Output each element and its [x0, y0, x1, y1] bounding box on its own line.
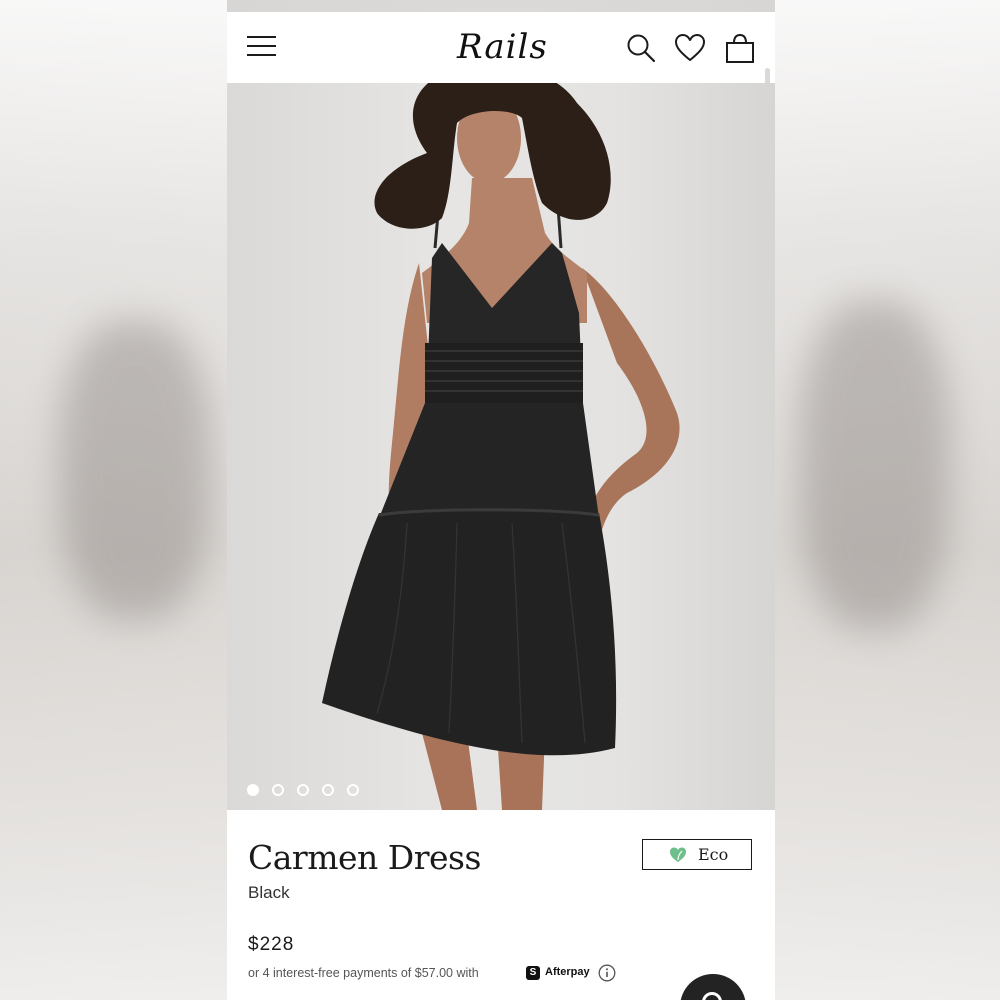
menu-icon[interactable]	[247, 34, 277, 60]
pagination-dot[interactable]	[272, 784, 284, 796]
shopping-bag-icon[interactable]	[724, 32, 756, 64]
backdrop-shape	[60, 320, 210, 620]
product-info: Carmen Dress Black Eco $228 or 4 interes…	[227, 810, 775, 1000]
eco-badge[interactable]: Eco	[642, 839, 752, 870]
heart-icon[interactable]	[674, 32, 706, 64]
leaf-heart-icon	[670, 847, 686, 862]
brand-logo[interactable]: Rails	[457, 26, 547, 68]
pagination-dot[interactable]	[347, 784, 359, 796]
phone-screen: Rails Carmen Dress Black Eco $228 or 4 i…	[227, 12, 775, 1000]
chat-icon	[702, 992, 722, 1000]
eco-label: Eco	[698, 845, 729, 864]
pagination-dot[interactable]	[322, 784, 334, 796]
afterpay-label: Afterpay	[545, 966, 590, 978]
afterpay-icon: S	[526, 966, 540, 980]
pagination-dot[interactable]	[247, 784, 259, 796]
product-image[interactable]	[227, 83, 775, 810]
installment-text: or 4 interest-free payments of $57.00 wi…	[248, 966, 479, 980]
product-color: Black	[248, 883, 290, 902]
product-title: Carmen Dress	[248, 838, 481, 877]
info-icon[interactable]	[598, 964, 616, 982]
product-price: $228	[248, 934, 295, 955]
search-icon[interactable]	[625, 32, 657, 64]
site-header: Rails	[227, 12, 775, 83]
backdrop-shape	[800, 300, 950, 630]
model-illustration	[322, 83, 680, 810]
pagination-dot[interactable]	[297, 784, 309, 796]
